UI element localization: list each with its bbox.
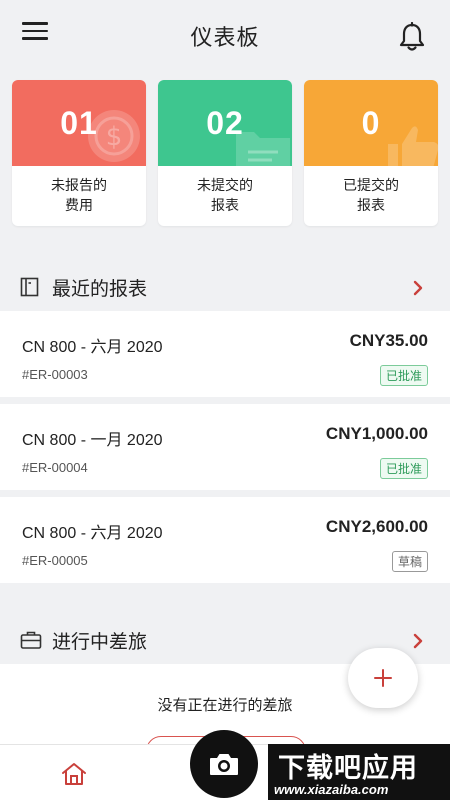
card-submitted-reports[interactable]: 0 已提交的 报表 — [304, 80, 438, 226]
camera-button[interactable] — [190, 730, 258, 798]
briefcase-icon — [20, 631, 42, 649]
add-button[interactable] — [348, 648, 418, 708]
report-id: #ER-00005 — [22, 553, 88, 568]
card-unsubmitted-reports[interactable]: 02 未提交的 报表 — [158, 80, 292, 226]
section-title: 最近的报表 — [52, 278, 148, 300]
home-icon[interactable] — [60, 761, 88, 787]
watermark-logo: 下载吧应用 www.xiazaiba.com — [268, 744, 450, 800]
report-book-icon — [20, 277, 39, 297]
report-name: CN 800 - 六月 2020 — [22, 339, 163, 356]
card-count: 02 — [206, 104, 244, 141]
report-name: CN 800 - 一月 2020 — [22, 432, 163, 449]
card-top: $ 01 — [12, 80, 146, 166]
summary-cards: $ 01 未报告的 费用 02 未提交的 报表 0 已提交的 报表 — [12, 80, 438, 226]
report-row[interactable]: CN 800 - 六月 2020 CNY2,600.00 #ER-00005 草… — [0, 497, 450, 583]
card-unreported-expenses[interactable]: $ 01 未报告的 费用 — [12, 80, 146, 226]
chevron-right-icon[interactable] — [412, 633, 424, 649]
camera-icon — [210, 754, 238, 775]
status-badge: 已批准 — [379, 365, 428, 386]
card-top: 02 — [158, 80, 292, 166]
card-label: 未报告的 费用 — [51, 178, 107, 214]
watermark-sub-text: www.xiazaiba.com — [274, 782, 389, 797]
chevron-right-icon[interactable] — [412, 280, 424, 296]
card-count: 01 — [60, 104, 98, 141]
recent-reports-header: 最近的报表 — [0, 268, 450, 308]
bell-icon[interactable] — [398, 22, 426, 52]
report-id: #ER-00003 — [22, 367, 88, 382]
card-label: 未提交的 报表 — [197, 178, 253, 214]
report-amount: CNY2,600.00 — [325, 517, 428, 536]
plus-icon — [374, 669, 392, 687]
status-badge: 草稿 — [391, 551, 428, 572]
report-amount: CNY1,000.00 — [325, 424, 428, 443]
card-label: 已提交的 报表 — [343, 178, 399, 214]
report-name: CN 800 - 六月 2020 — [22, 525, 163, 542]
app-header: 仪表板 — [0, 0, 450, 70]
report-id: #ER-00004 — [22, 460, 88, 475]
status-badge: 已批准 — [379, 458, 428, 479]
page-title: 仪表板 — [190, 26, 260, 51]
svg-text:$: $ — [106, 122, 123, 152]
report-row[interactable]: CN 800 - 一月 2020 CNY1,000.00 #ER-00004 已… — [0, 404, 450, 490]
card-top: 0 — [304, 80, 438, 166]
report-amount: CNY35.00 — [349, 331, 428, 350]
watermark-main-text: 下载吧应用 — [278, 753, 418, 784]
report-row[interactable]: CN 800 - 六月 2020 CNY35.00 #ER-00003 已批准 — [0, 311, 450, 397]
section-title: 进行中差旅 — [52, 631, 148, 653]
thumbs-up-icon — [388, 126, 438, 166]
card-count: 0 — [361, 104, 381, 141]
